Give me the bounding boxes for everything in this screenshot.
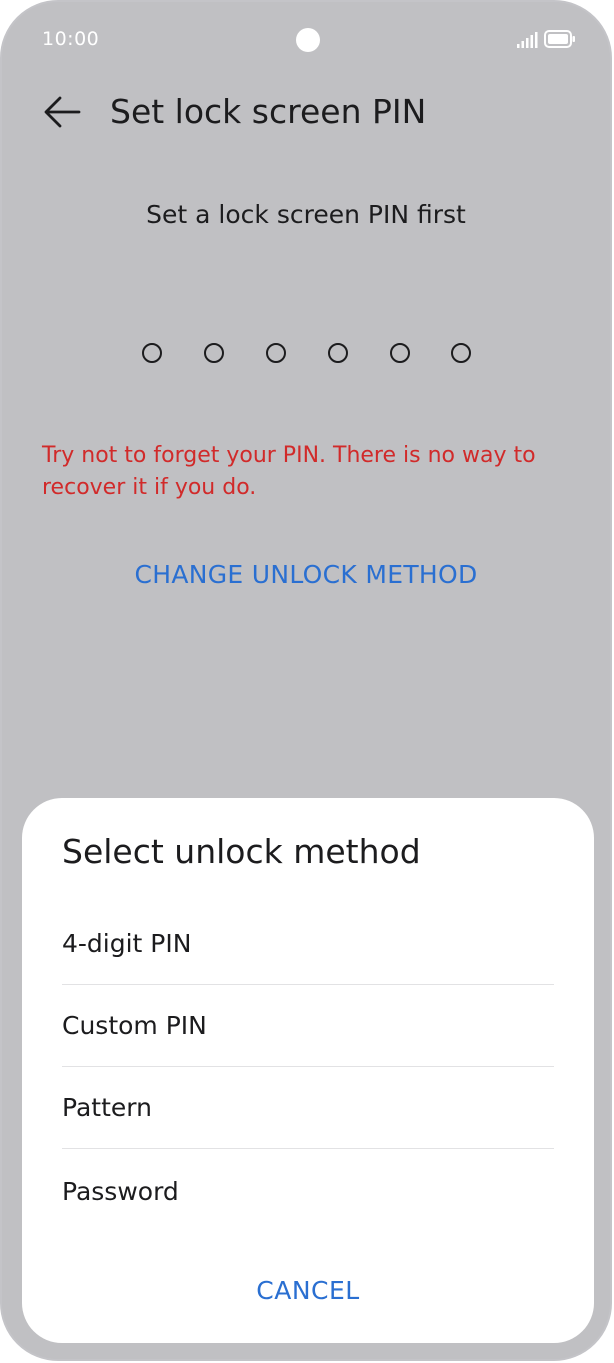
pin-dot [266, 343, 286, 363]
unlock-method-sheet: Select unlock method 4-digit PIN Custom … [22, 798, 594, 1343]
phone-screen: 10:00 Set lock screen PIN Set a lock scr… [0, 0, 612, 1361]
pin-prompt: Set a lock screen PIN first [146, 200, 466, 229]
pin-warning: Try not to forget your PIN. There is no … [42, 443, 536, 500]
front-camera [296, 28, 320, 52]
status-bar: 10:00 [2, 2, 610, 78]
back-button[interactable] [38, 90, 86, 134]
option-custom-pin[interactable]: Custom PIN [62, 985, 554, 1067]
sheet-title: Select unlock method [62, 832, 421, 871]
option-label: Pattern [62, 1093, 152, 1122]
signal-icon [517, 32, 538, 48]
pin-dot [328, 343, 348, 363]
battery-icon [544, 30, 575, 48]
pin-dot [390, 343, 410, 363]
pin-dot [204, 343, 224, 363]
option-4-digit-pin[interactable]: 4-digit PIN [62, 903, 554, 985]
page-title: Set lock screen PIN [110, 92, 427, 131]
pin-dot [451, 343, 471, 363]
status-time: 10:00 [42, 28, 100, 50]
change-unlock-method-button[interactable]: CHANGE UNLOCK METHOD [2, 560, 610, 589]
cancel-button[interactable]: CANCEL [22, 1276, 594, 1305]
option-label: 4-digit PIN [62, 929, 192, 958]
pin-dots [142, 343, 482, 365]
option-label: Custom PIN [62, 1011, 207, 1040]
option-label: Password [62, 1176, 179, 1206]
option-password[interactable]: Password [62, 1150, 554, 1232]
pin-dot [142, 343, 162, 363]
option-pattern[interactable]: Pattern [62, 1067, 554, 1149]
arrow-left-icon [44, 96, 81, 128]
